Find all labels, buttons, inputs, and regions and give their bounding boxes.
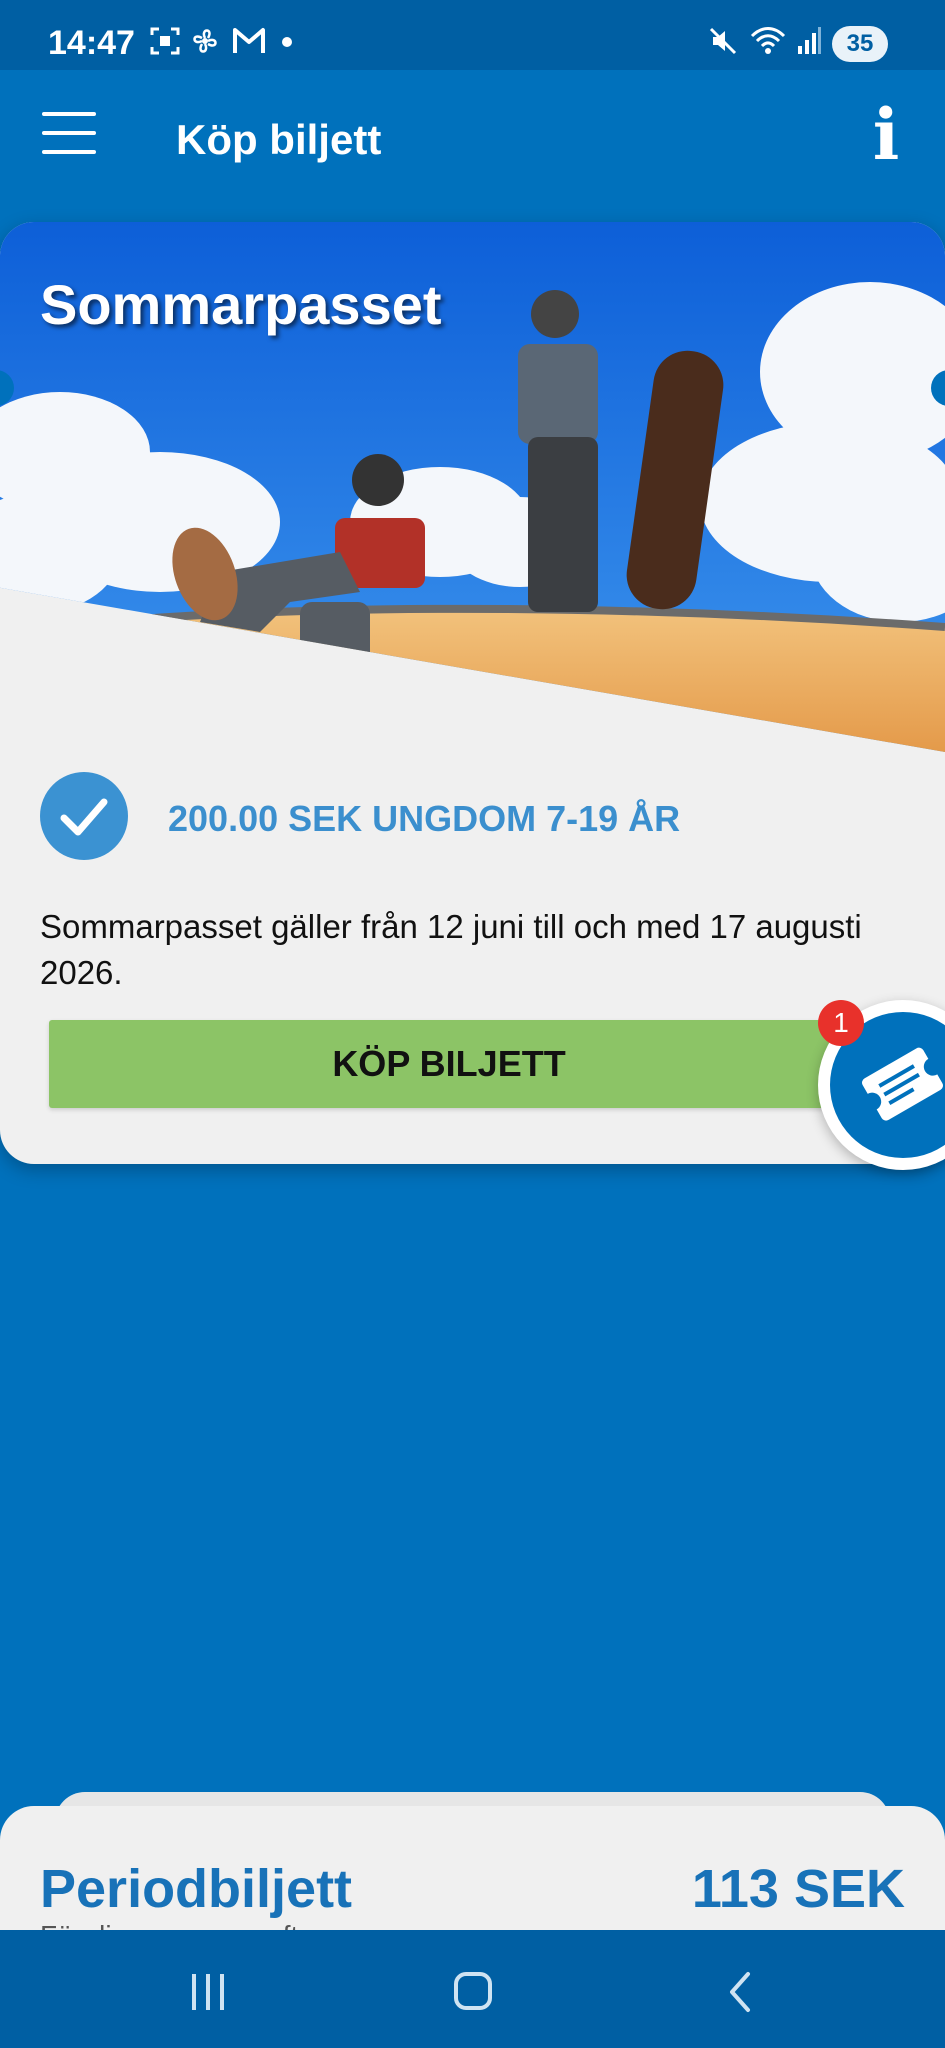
page-title: Köp biljett: [176, 116, 382, 163]
ticket-option-label[interactable]: 200.00 SEK UNGDOM 7-19 ÅR: [168, 798, 680, 840]
notification-dot-icon: [282, 37, 292, 47]
signal-icon: [798, 27, 821, 54]
periodbiljett-price: 113 SEK: [691, 1859, 905, 1919]
screenshot-icon: [150, 27, 180, 55]
home-icon[interactable]: [454, 1972, 492, 2010]
check-icon[interactable]: [40, 772, 128, 860]
buy-ticket-button[interactable]: KÖP BILJETT: [49, 1020, 849, 1108]
periodbiljett-title: Periodbiljett: [40, 1859, 353, 1919]
back-icon[interactable]: [726, 1970, 756, 2014]
wifi-icon: [750, 27, 786, 54]
ticket-title: Sommarpasset: [40, 273, 442, 336]
pinwheel-icon: [193, 29, 217, 53]
recent-apps-icon[interactable]: [190, 1974, 230, 2010]
gmail-icon: [233, 28, 265, 53]
status-time: 14:47: [48, 24, 135, 62]
ticket-card: Sommarpasset 200.00 SEK UNGDOM 7-19 ÅR S…: [0, 222, 945, 1164]
battery-indicator: 35: [832, 26, 888, 62]
system-nav-bar: [0, 1930, 945, 2048]
hamburger-menu-icon[interactable]: [40, 108, 98, 158]
info-icon[interactable]: i: [866, 100, 906, 170]
cart-badge: 1: [818, 1000, 864, 1046]
ticket-description: Sommarpasset gäller från 12 juni till oc…: [40, 908, 862, 991]
status-bar: 14:47 35: [0, 0, 945, 70]
mute-icon: [709, 27, 737, 55]
app-bar: Köp biljett i: [0, 70, 945, 212]
